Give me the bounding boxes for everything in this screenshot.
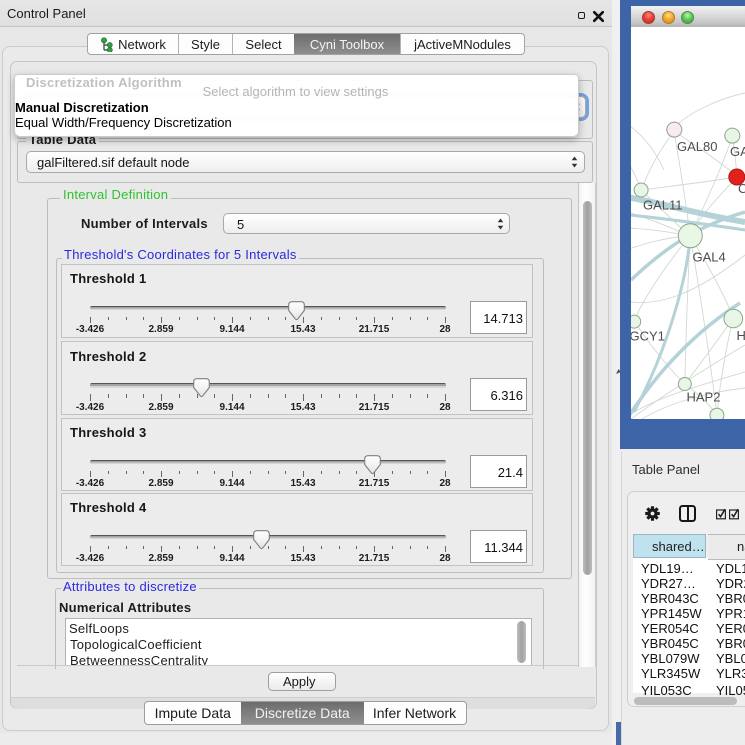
svg-text:H: H [737, 328, 745, 343]
svg-text:GAL80: GAL80 [677, 139, 717, 154]
svg-text:GA: GA [730, 144, 745, 159]
svg-text:HAP2: HAP2 [687, 390, 721, 405]
svg-text:C: C [738, 181, 745, 196]
svg-text:GAL11: GAL11 [643, 198, 683, 213]
svg-text:GAL4: GAL4 [693, 250, 726, 265]
svg-text:GCY1: GCY1 [631, 329, 665, 344]
